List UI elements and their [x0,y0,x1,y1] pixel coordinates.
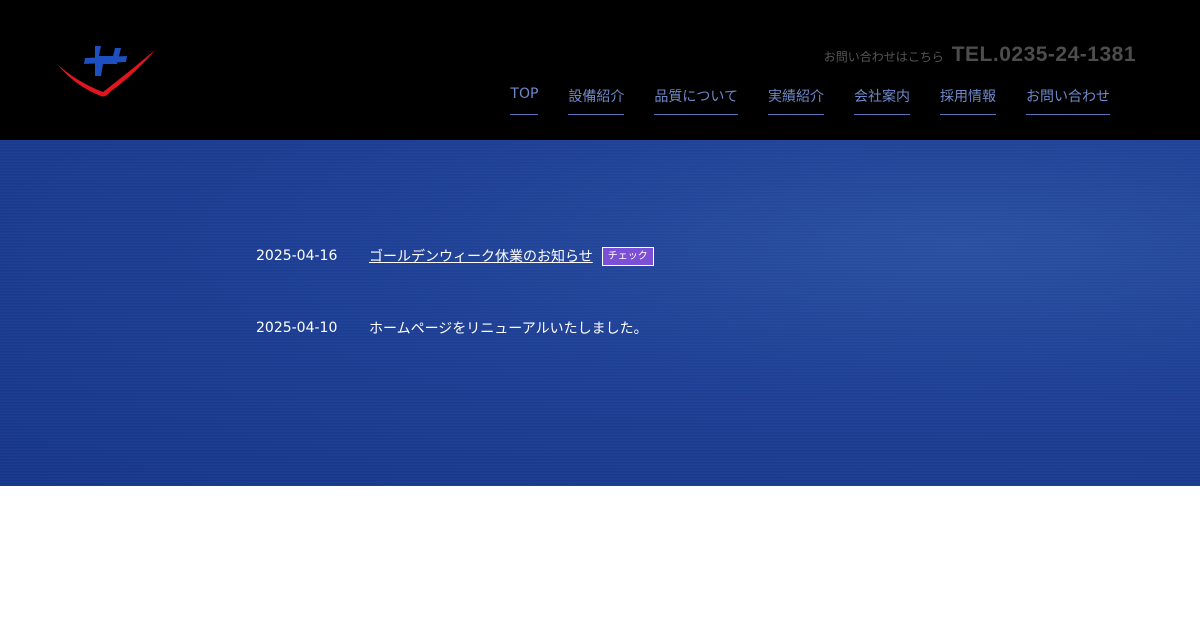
nav-contact[interactable]: お問い合わせ [1026,86,1110,115]
site-header: お問い合わせはこちら TEL.0235-24-1381 TOP 設備紹介 品質に… [0,0,1200,140]
check-badge: チェック [601,246,654,266]
news-item: 2025-04-16 ゴールデンウィーク休業のお知らせ チェック [256,245,654,267]
contact-label: お問い合わせはこちら [823,50,944,64]
main-nav: TOP 設備紹介 品質について 実績紹介 会社案内 採用情報 お問い合わせ [510,86,1110,115]
nav-achievements[interactable]: 実績紹介 [768,86,824,115]
news-title: ホームページをリニューアルいたしました。 [369,321,648,337]
nav-company[interactable]: 会社案内 [854,86,910,115]
phone-number[interactable]: TEL.0235-24-1381 [952,43,1136,67]
news-title-link[interactable]: ゴールデンウィーク休業のお知らせ [369,246,593,266]
news-section: 2025-04-16 ゴールデンウィーク休業のお知らせ チェック 2025-04… [0,140,1200,486]
contact-info: お問い合わせはこちら TEL.0235-24-1381 [824,43,1136,67]
nav-top[interactable]: TOP [510,86,539,115]
news-date: 2025-04-10 [256,320,338,336]
nav-recruit[interactable]: 採用情報 [940,86,996,115]
news-list: 2025-04-16 ゴールデンウィーク休業のお知らせ チェック 2025-04… [256,245,654,389]
nav-quality[interactable]: 品質について [654,86,738,115]
nav-equipment[interactable]: 設備紹介 [568,86,625,115]
company-logo[interactable] [55,42,159,100]
news-item: 2025-04-10 ホームページをリニューアルいたしました。 [256,317,654,339]
news-date: 2025-04-16 [256,248,338,264]
